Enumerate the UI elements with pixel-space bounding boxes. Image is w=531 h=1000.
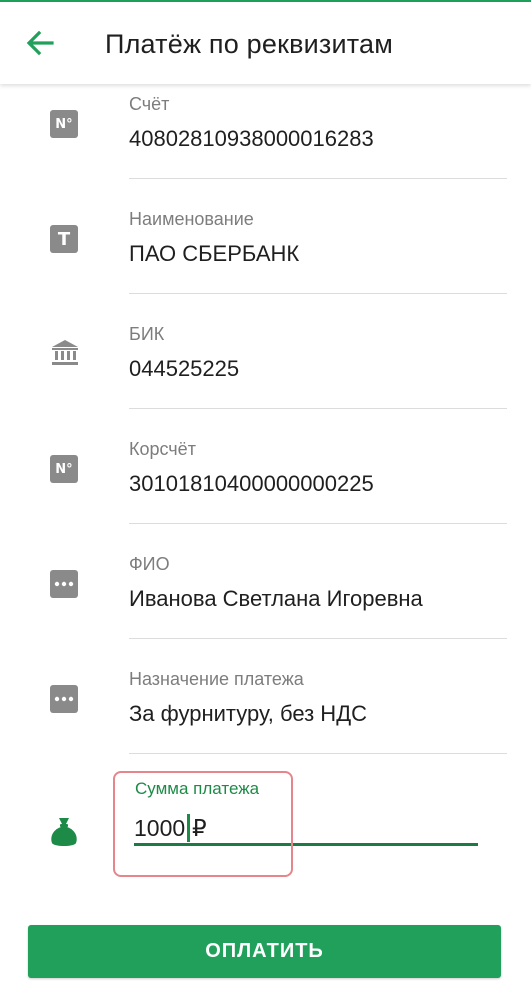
more-icon xyxy=(50,570,78,598)
divider xyxy=(129,178,507,179)
field-fullname-value[interactable]: Иванова Светлана Игоревна xyxy=(129,585,423,613)
divider xyxy=(129,753,507,754)
number-icon: N° xyxy=(50,110,78,138)
pay-button[interactable]: ОПЛАТИТЬ xyxy=(28,925,501,978)
field-fullname-label: ФИО xyxy=(129,554,170,574)
divider xyxy=(129,293,507,294)
divider xyxy=(129,523,507,524)
app-header: Платёж по реквизитам xyxy=(0,2,531,84)
text-icon: T xyxy=(50,225,78,253)
field-name-label: Наименование xyxy=(129,209,254,229)
page-title: Платёж по реквизитам xyxy=(105,29,394,59)
field-purpose-value[interactable]: За фурнитуру, без НДС xyxy=(129,700,367,728)
money-bag-icon xyxy=(49,816,79,848)
back-button[interactable] xyxy=(22,26,58,60)
field-account: N° Счёт 40802810938000016283 xyxy=(0,84,531,199)
field-bik-value[interactable]: 044525225 xyxy=(129,355,239,383)
field-account-value[interactable]: 40802810938000016283 xyxy=(129,125,374,153)
field-purpose: Назначение платежа За фурнитуру, без НДС xyxy=(0,659,531,774)
more-icon xyxy=(50,685,78,713)
highlight-frame xyxy=(113,771,293,877)
field-corr-account-value[interactable]: 30101810400000000225 xyxy=(129,470,374,498)
field-name: T Наименование ПАО СБЕРБАНК xyxy=(0,199,531,314)
divider xyxy=(129,408,507,409)
field-account-label: Счёт xyxy=(129,94,170,114)
field-name-value[interactable]: ПАО СБЕРБАНК xyxy=(129,240,299,268)
field-bik: БИК 044525225 xyxy=(0,314,531,429)
field-fullname: ФИО Иванова Светлана Игоревна xyxy=(0,544,531,659)
field-corr-account: N° Корсчёт 30101810400000000225 xyxy=(0,429,531,544)
field-purpose-label: Назначение платежа xyxy=(129,669,304,689)
field-corr-account-label: Корсчёт xyxy=(129,439,196,459)
number-icon: N° xyxy=(50,455,78,483)
arrow-left-icon xyxy=(26,30,54,56)
bank-icon xyxy=(50,338,78,366)
field-bik-label: БИК xyxy=(129,324,165,344)
divider xyxy=(129,638,507,639)
